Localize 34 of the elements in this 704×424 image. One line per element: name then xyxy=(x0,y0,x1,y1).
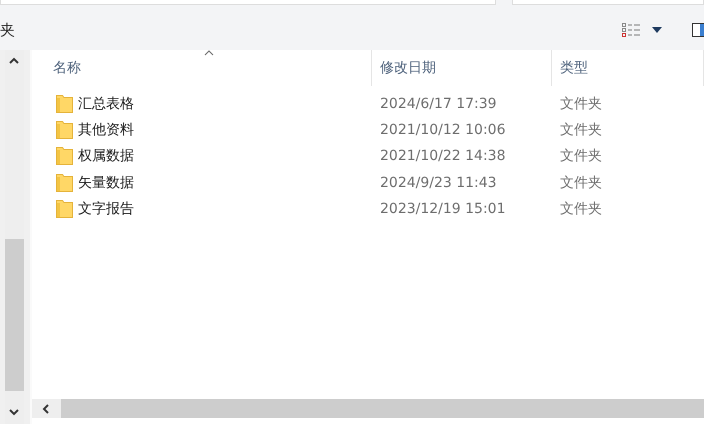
folder-icon xyxy=(56,121,73,140)
type-cell: 文件夹 xyxy=(560,200,602,218)
file-name[interactable]: 汇总表格 xyxy=(78,95,134,114)
type-cell: 文件夹 xyxy=(560,95,602,114)
folder-icon xyxy=(56,174,73,192)
date-cell: 2021/10/12 10:06 xyxy=(380,122,506,138)
scroll-thumb[interactable] xyxy=(4,239,24,391)
file-name[interactable]: 权属数据 xyxy=(78,147,134,166)
column-header[interactable]: 类型 xyxy=(552,50,704,86)
type-cell: 文件夹 xyxy=(560,147,602,166)
column-header[interactable]: 名称 xyxy=(32,50,372,86)
type-cell: 文件夹 xyxy=(560,174,602,192)
date-cell: 2021/10/22 14:38 xyxy=(380,148,506,164)
scroll-up-icon[interactable] xyxy=(9,57,19,64)
folder-icon xyxy=(56,200,73,218)
date-cell: 2024/6/17 17:39 xyxy=(380,96,497,112)
column-header[interactable]: 修改日期 xyxy=(372,50,552,86)
file-name[interactable]: 文字报告 xyxy=(78,200,134,218)
sort-caret-icon xyxy=(204,50,214,56)
search-field[interactable] xyxy=(512,0,704,5)
date-cell: 2024/9/23 11:43 xyxy=(380,174,497,191)
details-view-icon[interactable] xyxy=(622,23,642,37)
file-name[interactable]: 矢量数据 xyxy=(78,174,134,192)
type-cell: 文件夹 xyxy=(560,121,602,140)
preview-pane-icon[interactable] xyxy=(692,23,704,37)
file-name[interactable]: 其他资料 xyxy=(78,121,134,140)
date-cell: 2023/12/19 15:01 xyxy=(380,200,506,217)
address-field[interactable] xyxy=(0,0,496,5)
folder-icon xyxy=(56,95,73,114)
scroll-down-icon[interactable] xyxy=(9,409,19,416)
dropdown-icon[interactable] xyxy=(652,27,662,33)
folder-title: 夹 xyxy=(0,20,15,40)
scroll-left-icon[interactable] xyxy=(42,404,49,414)
folder-icon xyxy=(56,147,73,166)
